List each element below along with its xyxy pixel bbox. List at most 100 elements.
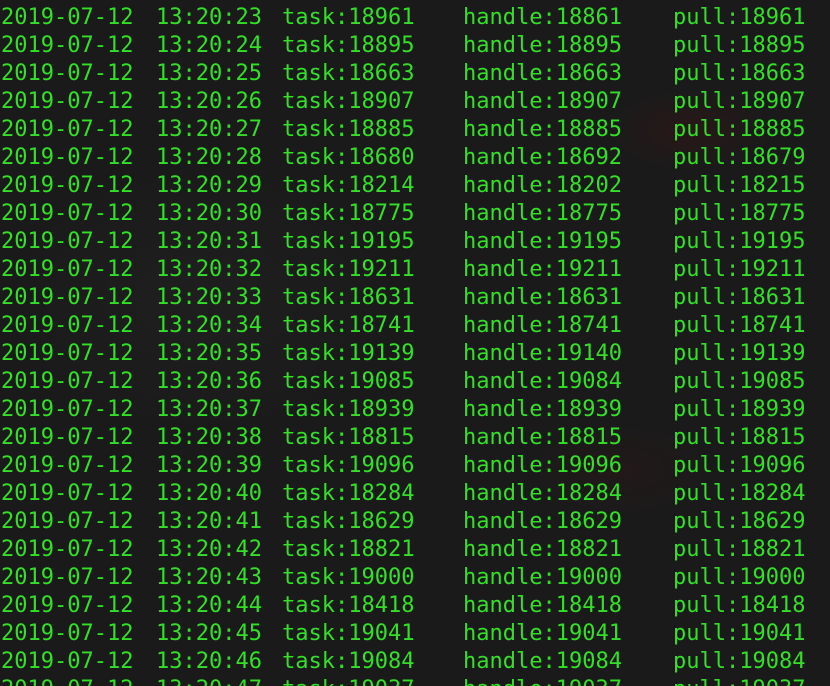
- log-time: 13:20:37: [156, 397, 262, 422]
- log-pull: pull:18418: [673, 593, 806, 618]
- log-time: 13:20:36: [156, 369, 262, 394]
- log-time: 13:20:28: [156, 145, 262, 170]
- log-handle: handle:18885: [463, 117, 622, 142]
- log-date: 2019-07-12: [1, 481, 134, 506]
- log-handle: handle:18692: [463, 145, 622, 170]
- log-time: 13:20:46: [156, 649, 262, 674]
- log-time: 13:20:26: [156, 89, 262, 114]
- log-handle: handle:18202: [463, 173, 622, 198]
- log-task: task:19085: [282, 369, 415, 394]
- log-date: 2019-07-12: [1, 509, 134, 534]
- log-date: 2019-07-12: [1, 341, 134, 366]
- log-pull: pull:18284: [673, 481, 806, 506]
- log-task: task:18680: [282, 145, 415, 170]
- log-time: 13:20:25: [156, 61, 262, 86]
- log-date: 2019-07-12: [1, 5, 134, 30]
- log-pull: pull:18679: [673, 145, 806, 170]
- log-pull: pull:19041: [673, 621, 806, 646]
- log-task: task:19139: [282, 341, 415, 366]
- log-pull: pull:18215: [673, 173, 806, 198]
- log-time: 13:20:24: [156, 33, 262, 58]
- log-pull: pull:18815: [673, 425, 806, 450]
- log-task: task:18418: [282, 593, 415, 618]
- log-handle: handle:18907: [463, 89, 622, 114]
- terminal-window: 2019-07-12 13:20:23 task:18961 handle:18861…: [0, 0, 830, 686]
- log-date: 2019-07-12: [1, 173, 134, 198]
- log-handle: handle:19096: [463, 453, 622, 478]
- log-pull: pull:19085: [673, 369, 806, 394]
- log-date: 2019-07-12: [1, 89, 134, 114]
- log-date: 2019-07-12: [1, 397, 134, 422]
- log-date: 2019-07-12: [1, 313, 134, 338]
- log-date: 2019-07-12: [1, 145, 134, 170]
- log-handle: handle:19000: [463, 565, 622, 590]
- log-handle: handle:18741: [463, 313, 622, 338]
- log-date: 2019-07-12: [1, 537, 134, 562]
- log-handle: handle:18418: [463, 593, 622, 618]
- log-pull: pull:19000: [673, 565, 806, 590]
- log-pull: pull:18741: [673, 313, 806, 338]
- log-date: 2019-07-12: [1, 676, 133, 686]
- log-pull: pull:18775: [673, 201, 806, 226]
- log-task: task:19041: [282, 621, 415, 646]
- log-time: 13:20:43: [156, 565, 262, 590]
- log-task: task:18741: [282, 313, 415, 338]
- log-time: 13:20:44: [156, 593, 262, 618]
- log-pull: pull:18629: [673, 509, 806, 534]
- log-pull: pull:18821: [673, 537, 806, 562]
- log-date: 2019-07-12: [1, 453, 134, 478]
- log-date: 2019-07-12: [1, 369, 134, 394]
- log-task: task:19096: [282, 453, 415, 478]
- log-pull: pull:19084: [673, 649, 806, 674]
- log-time: 13:20:45: [156, 621, 262, 646]
- log-pull: pull:18939: [673, 397, 806, 422]
- log-handle: handle:18629: [463, 509, 622, 534]
- log-handle: handle:18663: [463, 61, 622, 86]
- log-task: task:18631: [282, 285, 415, 310]
- log-handle: handle:19037: [463, 676, 622, 686]
- log-handle: handle:18861: [463, 5, 622, 30]
- log-time: 13:20:32: [156, 257, 262, 282]
- log-task: task:18939: [282, 397, 415, 422]
- log-pull: pull:18961: [673, 5, 806, 30]
- log-pull: pull:19096: [673, 453, 806, 478]
- log-time: 13:20:38: [156, 425, 262, 450]
- log-task: task:18907: [282, 89, 415, 114]
- log-task: task:19000: [282, 565, 415, 590]
- log-time: 13:20:47: [156, 676, 262, 686]
- log-task: task:18663: [282, 61, 415, 86]
- log-task: task:18629: [282, 509, 415, 534]
- log-date: 2019-07-12: [1, 61, 134, 86]
- log-handle: handle:18895: [463, 33, 622, 58]
- log-date: 2019-07-12: [1, 229, 134, 254]
- log-pull: pull:18895: [673, 33, 806, 58]
- log-handle: handle:19041: [463, 621, 622, 646]
- log-handle: handle:19084: [463, 369, 622, 394]
- log-time: 13:20:30: [156, 201, 262, 226]
- log-pull: pull:18631: [673, 285, 806, 310]
- log-time: 13:20:34: [156, 313, 262, 338]
- log-task: task:18895: [282, 33, 415, 58]
- log-handle: handle:18815: [463, 425, 622, 450]
- log-task: task:19084: [282, 649, 415, 674]
- log-handle: handle:19211: [463, 257, 622, 282]
- log-task: task:19195: [282, 229, 415, 254]
- log-task: task:18815: [282, 425, 415, 450]
- log-time: 13:20:29: [156, 173, 262, 198]
- log-time: 13:20:33: [156, 285, 262, 310]
- log-pull: pull:18907: [673, 89, 806, 114]
- log-time: 13:20:40: [156, 481, 262, 506]
- log-date: 2019-07-12: [1, 425, 134, 450]
- log-time: 13:20:41: [156, 509, 262, 534]
- log-task: task:18775: [282, 201, 415, 226]
- log-date: 2019-07-12: [1, 565, 134, 590]
- log-time: 13:20:39: [156, 453, 262, 478]
- log-pull: pull:19037: [673, 676, 805, 686]
- log-task: task:18961: [282, 5, 415, 30]
- log-handle: handle:19084: [463, 649, 622, 674]
- log-task: task:18885: [282, 117, 415, 142]
- log-date: 2019-07-12: [1, 117, 134, 142]
- log-date: 2019-07-12: [1, 33, 134, 58]
- log-handle: handle:18775: [463, 201, 622, 226]
- log-handle: handle:18821: [463, 537, 622, 562]
